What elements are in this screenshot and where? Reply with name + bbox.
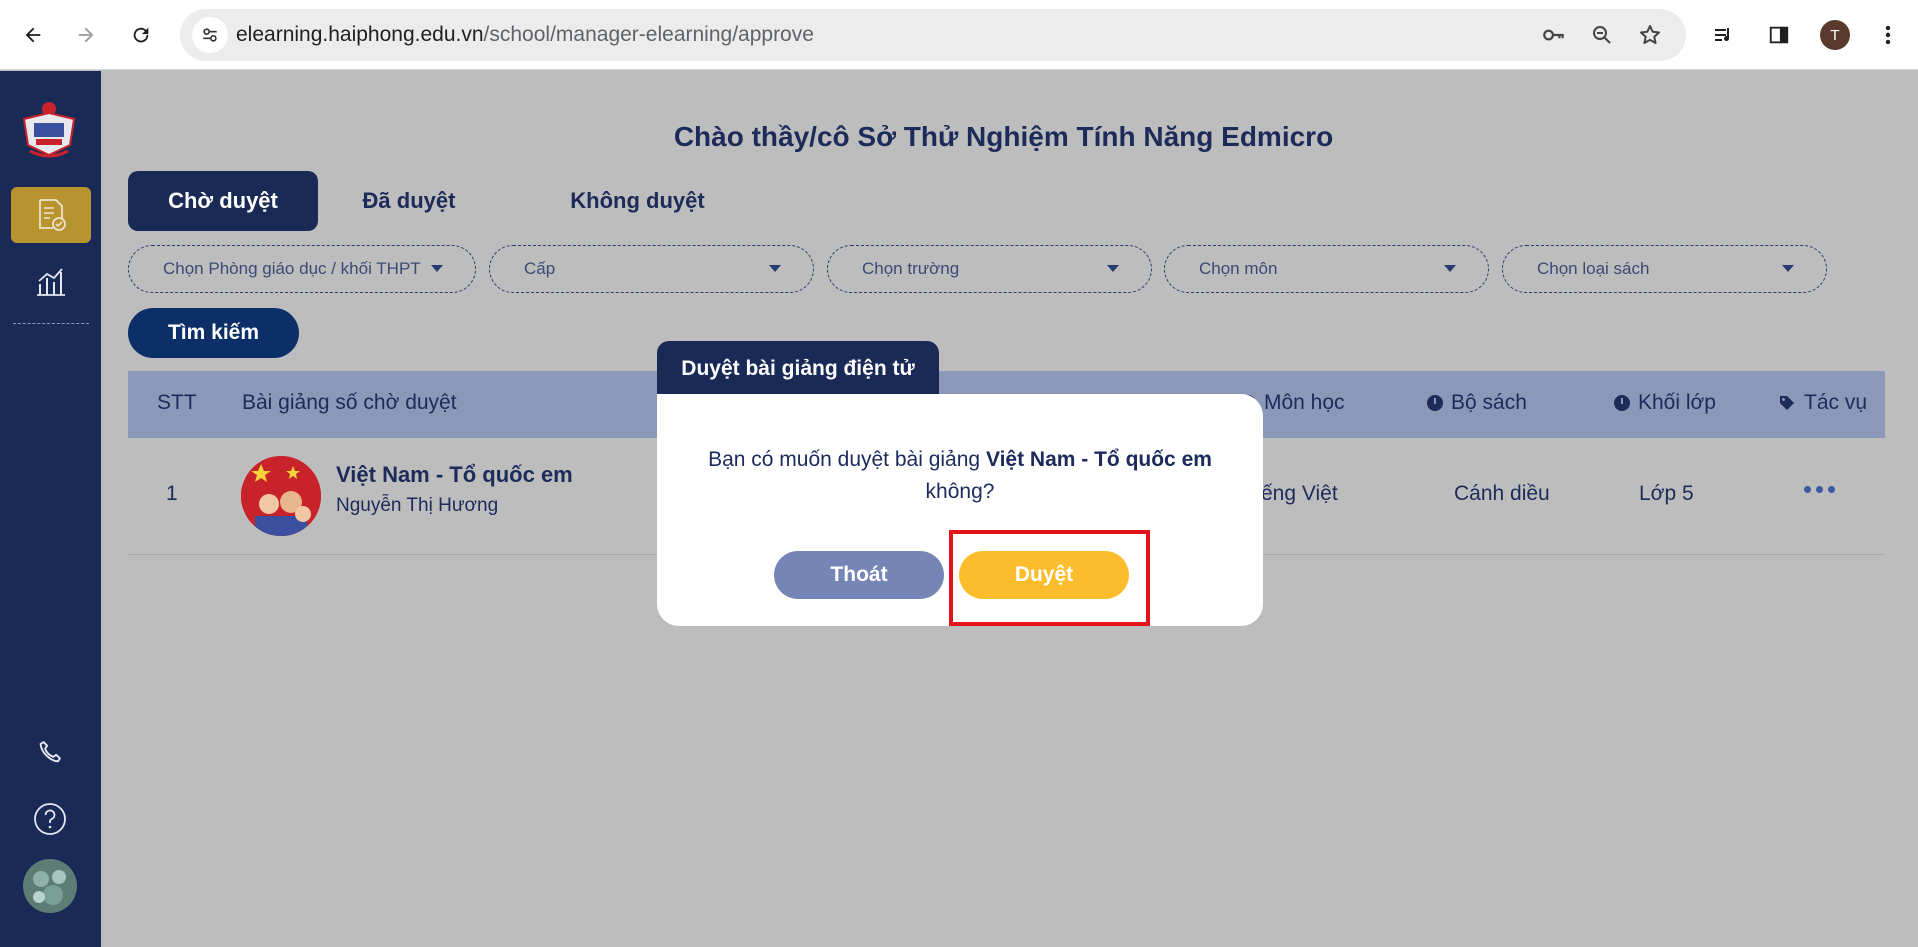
filter-school[interactable]: Chọn trường: [827, 245, 1152, 293]
header-book-label: Bộ sách: [1451, 391, 1527, 414]
sidebar-item-approve[interactable]: [11, 187, 91, 243]
kebab-menu-icon[interactable]: [1870, 17, 1906, 53]
chevron-down-icon: [431, 265, 443, 272]
star-icon[interactable]: [1636, 21, 1664, 49]
row-book: Cánh diều: [1454, 482, 1550, 505]
reload-icon[interactable]: [121, 15, 161, 55]
url-host: elearning.haiphong.edu.vn: [236, 23, 484, 46]
phone-icon[interactable]: [25, 727, 75, 777]
clock-icon: [1427, 395, 1443, 411]
sidebar-divider: [13, 323, 89, 324]
filter-book-type-label: Chọn loại sách: [1537, 259, 1650, 278]
tab-pending[interactable]: Chờ duyệt: [128, 171, 318, 231]
chart-icon: [37, 268, 65, 296]
modal-message-text: Bạn có muốn duyệt bài giảng: [708, 448, 986, 471]
filter-department-label: Chọn Phòng giáo dục / khối THPT: [163, 259, 421, 278]
modal-message: Bạn có muốn duyệt bài giảng Việt Nam - T…: [687, 444, 1233, 508]
profile-avatar[interactable]: T: [1820, 20, 1850, 50]
profile-initial: T: [1830, 26, 1840, 44]
exit-button[interactable]: Thoát: [774, 551, 944, 599]
more-actions-icon[interactable]: [1804, 486, 1835, 493]
question-icon[interactable]: [25, 794, 75, 844]
sidebar: [0, 71, 101, 947]
header-book[interactable]: Bộ sách: [1427, 391, 1527, 415]
browser-toolbar: elearning.haiphong.edu.vn/school/manager…: [0, 0, 1918, 70]
row-stt: 1: [166, 482, 178, 505]
filter-subject[interactable]: Chọn môn: [1164, 245, 1489, 293]
address-bar[interactable]: elearning.haiphong.edu.vn/school/manager…: [180, 9, 1686, 61]
media-queue-icon[interactable]: [1706, 17, 1742, 53]
clock-icon: [1614, 395, 1630, 411]
chevron-down-icon: [1444, 265, 1456, 272]
filter-level[interactable]: Cấp: [489, 245, 814, 293]
row-grade: Lớp 5: [1639, 482, 1694, 505]
filter-level-label: Cấp: [524, 259, 556, 278]
filter-book-type[interactable]: Chọn loại sách: [1502, 245, 1827, 293]
header-action: Tác vụ: [1778, 391, 1867, 415]
modal-title: Duyệt bài giảng điện tử: [657, 341, 939, 397]
page-greeting: Chào thầy/cô Sở Thử Nghiệm Tính Năng Edm…: [673, 121, 1334, 152]
url-text: elearning.haiphong.edu.vn/school/manager…: [236, 23, 814, 47]
lesson-author: Nguyễn Thị Hương: [336, 495, 499, 516]
filter-department[interactable]: Chọn Phòng giáo dục / khối THPT: [128, 245, 476, 293]
search-button[interactable]: Tìm kiếm: [128, 308, 299, 358]
highlight-box: [949, 530, 1150, 626]
school-logo[interactable]: [20, 99, 78, 161]
modal-message-question: không?: [925, 480, 995, 503]
row-subject: ếng Việt: [1261, 482, 1338, 505]
header-stt: STT: [157, 391, 197, 415]
zoom-out-icon[interactable]: [1588, 21, 1616, 49]
header-lesson-label: Bài giảng số chờ duyệt: [242, 391, 457, 414]
header-action-label: Tác vụ: [1804, 391, 1868, 414]
sidebar-item-statistics[interactable]: [11, 253, 91, 309]
modal-lesson-name: Việt Nam - Tổ quốc em: [985, 448, 1212, 471]
forward-icon[interactable]: [66, 15, 106, 55]
user-avatar[interactable]: [21, 857, 79, 915]
tab-approved[interactable]: Đã duyệt: [334, 171, 484, 231]
header-grade-label: Khối lớp: [1638, 391, 1716, 414]
chevron-down-icon: [1107, 265, 1119, 272]
header-subject-label: Môn học: [1264, 391, 1345, 414]
lesson-title[interactable]: Việt Nam - Tổ quốc em: [336, 462, 573, 488]
tag-icon: [1780, 396, 1794, 410]
tab-rejected[interactable]: Không duyệt: [535, 171, 740, 231]
filter-subject-label: Chọn môn: [1199, 259, 1278, 278]
lesson-thumbnail: [241, 456, 321, 536]
header-lesson: Bài giảng số chờ duyệt: [242, 391, 457, 415]
chevron-down-icon: [1782, 265, 1794, 272]
back-icon[interactable]: [13, 15, 53, 55]
key-icon[interactable]: [1540, 21, 1568, 49]
header-stt-label: STT: [157, 391, 197, 414]
tune-icon[interactable]: [192, 17, 228, 53]
filter-school-label: Chọn trường: [862, 259, 960, 278]
header-grade[interactable]: Khối lớp: [1614, 391, 1716, 415]
url-path: /school/manager-elearning/approve: [483, 23, 814, 46]
side-panel-icon[interactable]: [1761, 17, 1797, 53]
chevron-down-icon: [769, 265, 781, 272]
document-check-icon: [39, 199, 66, 231]
